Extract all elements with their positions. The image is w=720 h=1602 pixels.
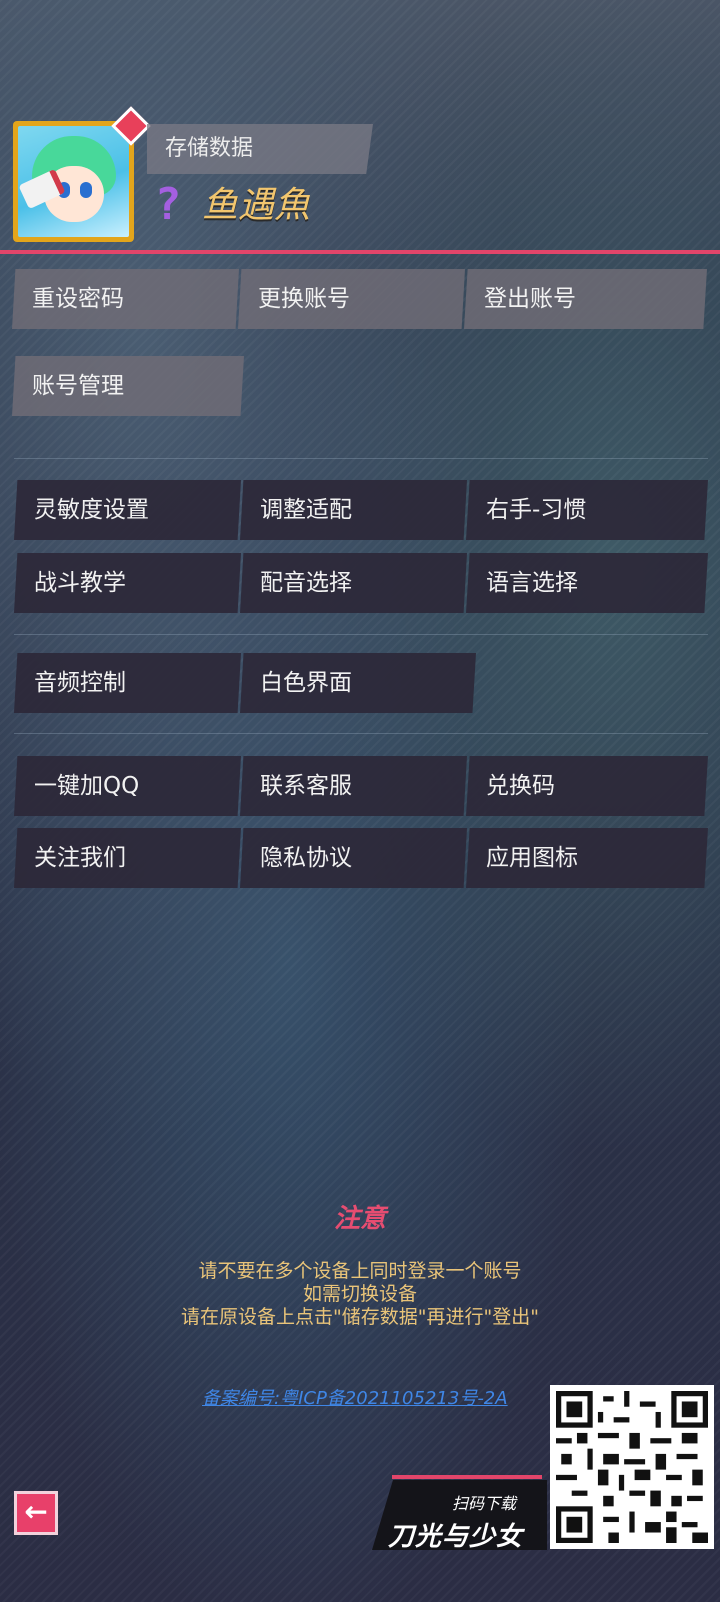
level-question-icon: ? <box>154 179 182 230</box>
scan-download-label: 扫码下载 <box>452 1494 517 1513</box>
privacy-policy-button[interactable]: 隐私协议 <box>240 828 467 888</box>
battle-tutorial-button[interactable]: 战斗教学 <box>14 553 241 613</box>
notice-line: 请在原设备上点击"储存数据"再进行"登出" <box>181 1306 539 1328</box>
right-hand-habit-button[interactable]: 右手-习惯 <box>466 480 708 540</box>
qr-code-icon <box>556 1391 708 1543</box>
profile-header: 存储数据 ? 鱼遇魚 <box>0 0 720 254</box>
reset-password-button[interactable]: 重设密码 <box>12 269 239 329</box>
notice-line: 如需切换设备 <box>302 1283 417 1305</box>
logout-button[interactable]: 登出账号 <box>464 269 707 329</box>
save-data-button[interactable]: 存储数据 <box>147 124 373 174</box>
download-accent-strip <box>392 1475 542 1479</box>
language-selection-button[interactable]: 语言选择 <box>466 553 708 613</box>
audio-control-button[interactable]: 音频控制 <box>14 653 241 713</box>
white-interface-button[interactable]: 白色界面 <box>240 653 476 713</box>
notice-title: 注意 <box>333 1204 386 1234</box>
icp-record-link[interactable]: 备案编号:粤ICP备2021105213号-2A <box>202 1384 508 1410</box>
avatar-eye <box>80 182 92 198</box>
sensitivity-settings-button[interactable]: 灵敏度设置 <box>14 480 241 540</box>
back-arrow-button[interactable]: ← <box>14 1491 58 1535</box>
download-qr-code <box>550 1385 714 1549</box>
game-logo-text: 刀光与少女 <box>388 1522 524 1552</box>
switch-account-button[interactable]: 更换账号 <box>238 269 465 329</box>
section-divider <box>14 634 708 635</box>
account-management-button[interactable]: 账号管理 <box>12 356 244 416</box>
header-divider <box>0 250 720 254</box>
section-divider <box>14 458 708 459</box>
app-icon-button[interactable]: 应用图标 <box>466 828 708 888</box>
avatar-image <box>18 126 129 237</box>
section-divider <box>14 733 708 734</box>
contact-support-button[interactable]: 联系客服 <box>240 756 467 816</box>
avatar[interactable] <box>13 121 134 242</box>
join-qq-button[interactable]: 一键加QQ <box>14 756 241 816</box>
voice-selection-button[interactable]: 配音选择 <box>240 553 467 613</box>
notice-line: 请不要在多个设备上同时登录一个账号 <box>198 1260 522 1282</box>
redeem-code-button[interactable]: 兑换码 <box>466 756 708 816</box>
adjust-fit-button[interactable]: 调整适配 <box>240 480 467 540</box>
username: 鱼遇魚 <box>202 185 311 226</box>
arrow-left-icon: ← <box>24 1495 48 1528</box>
follow-us-button[interactable]: 关注我们 <box>14 828 241 888</box>
